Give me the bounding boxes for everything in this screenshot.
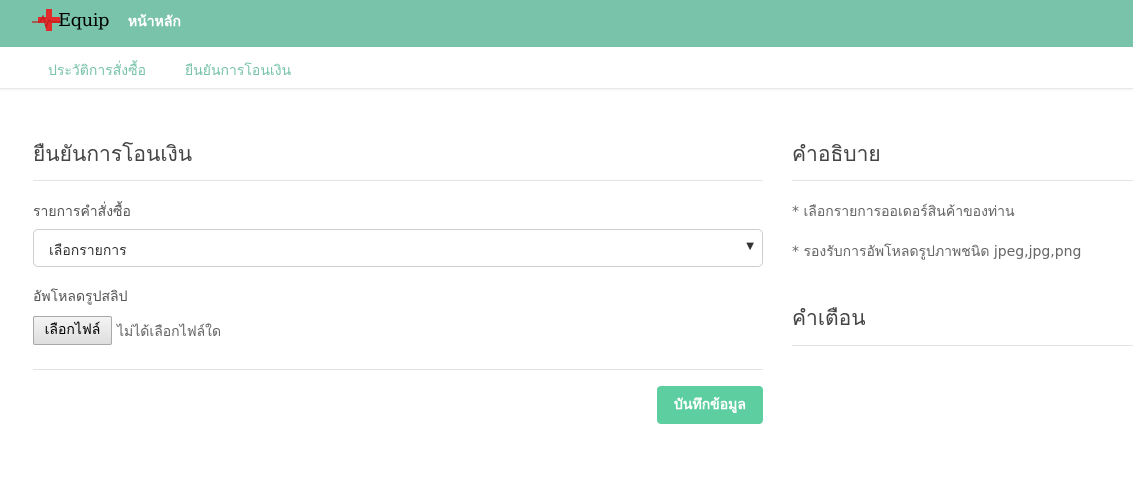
order-select-value: เลือกรายการ xyxy=(49,243,127,259)
order-history-link[interactable]: ประวัติการสั่งซื้อ xyxy=(48,60,146,82)
form-divider xyxy=(33,369,763,370)
save-button[interactable]: บันทึกข้อมูล xyxy=(657,386,763,424)
warning-divider xyxy=(792,345,1133,346)
file-status-text: ไม่ได้เลือกไฟล์ใด xyxy=(117,324,222,340)
order-select[interactable]: เลือกรายการ ▼ xyxy=(33,229,763,267)
confirm-payment-link[interactable]: ยืนยันการโอนเงิน xyxy=(185,60,291,82)
logo-text: Equip xyxy=(58,10,110,31)
description-title: คำอธิบาย xyxy=(792,142,881,166)
nav-home-link[interactable]: หน้าหลัก xyxy=(128,11,181,33)
order-select-label: รายการคำสั่งซื้อ xyxy=(33,204,131,220)
sub-navbar: ประวัติการสั่งซื้อ ยืนยันการโอนเงิน xyxy=(0,47,1133,89)
description-item: * รองรับการอัพโหลดรูปภาพชนิด jpeg,jpg,pn… xyxy=(792,244,1082,260)
description-divider xyxy=(792,180,1133,181)
form-title: ยืนยันการโอนเงิน xyxy=(33,142,193,166)
upload-label: อัพโหลดรูปสลิป xyxy=(33,289,128,305)
description-item: * เลือกรายการออเดอร์สินค้าของท่าน xyxy=(792,204,1015,220)
equip-logo[interactable]: Equip xyxy=(32,7,110,35)
caret-down-icon: ▼ xyxy=(746,241,754,252)
top-navbar: Equip หน้าหลัก xyxy=(0,0,1133,47)
choose-file-button[interactable]: เลือกไฟล์ xyxy=(33,316,112,345)
warning-title: คำเตือน xyxy=(792,306,866,330)
title-divider xyxy=(33,180,763,181)
